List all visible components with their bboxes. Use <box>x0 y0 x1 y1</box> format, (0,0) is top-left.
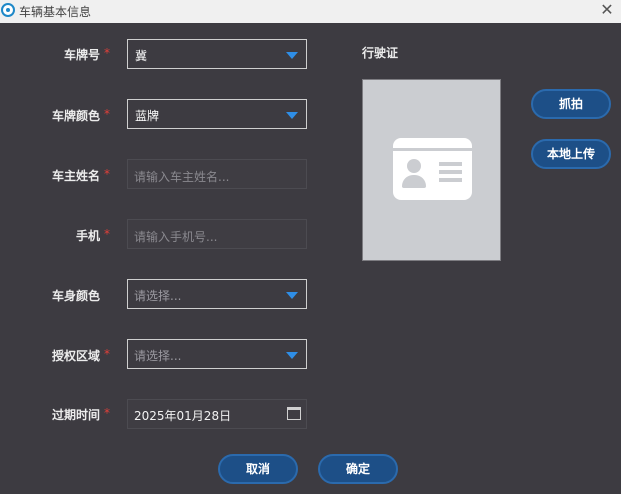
calendar-icon[interactable] <box>287 407 301 420</box>
owner-name-label: 车主姓名 <box>51 169 100 183</box>
plate-number-value: 冀 <box>135 49 148 63</box>
required-mark: * <box>104 406 110 420</box>
close-icon[interactable]: ✕ <box>599 2 615 18</box>
required-mark: * <box>104 107 110 121</box>
dropdown-arrow-icon <box>286 352 298 359</box>
app-icon <box>1 3 15 17</box>
confirm-button[interactable]: 确定 <box>318 454 398 484</box>
cancel-button[interactable]: 取消 <box>218 454 298 484</box>
body-color-select[interactable]: 请选择... <box>127 279 307 309</box>
required-mark: * <box>104 227 110 241</box>
plate-number-label: 车牌号 <box>63 48 100 62</box>
dropdown-arrow-icon <box>286 292 298 299</box>
required-mark: * <box>104 167 110 181</box>
dropdown-arrow-icon <box>286 52 298 59</box>
expiry-label: 过期时间 <box>51 408 100 422</box>
plate-color-select[interactable]: 蓝牌 <box>127 99 307 129</box>
title-bar: 车辆基本信息 ✕ <box>0 0 621 23</box>
auth-area-placeholder: 请选择... <box>134 349 182 363</box>
phone-placeholder: 请输入手机号... <box>134 230 218 244</box>
auth-area-select[interactable]: 请选择... <box>127 339 307 369</box>
expiry-date-picker[interactable]: 2025年01月28日 <box>127 399 307 429</box>
plate-color-label: 车牌颜色 <box>51 109 100 123</box>
window-title: 车辆基本信息 <box>19 5 92 19</box>
required-mark: * <box>104 46 110 60</box>
phone-input[interactable]: 请输入手机号... <box>127 219 307 249</box>
phone-label: 手机 <box>75 229 100 243</box>
capture-button[interactable]: 抓拍 <box>531 89 611 119</box>
id-card-icon <box>393 138 472 200</box>
expiry-date-value: 2025年01月28日 <box>134 409 232 423</box>
auth-area-label: 授权区域 <box>51 349 100 363</box>
required-mark: * <box>104 347 110 361</box>
owner-name-input[interactable]: 请输入车主姓名... <box>127 159 307 189</box>
license-label: 行驶证 <box>362 46 399 60</box>
plate-number-select[interactable]: 冀 <box>127 39 307 69</box>
plate-color-value: 蓝牌 <box>135 109 160 123</box>
license-image-area <box>362 79 501 261</box>
local-upload-button[interactable]: 本地上传 <box>531 139 611 169</box>
body-color-label: 车身颜色 <box>51 289 100 303</box>
owner-name-placeholder: 请输入车主姓名... <box>134 170 230 184</box>
body-color-placeholder: 请选择... <box>134 289 182 303</box>
dropdown-arrow-icon <box>286 112 298 119</box>
